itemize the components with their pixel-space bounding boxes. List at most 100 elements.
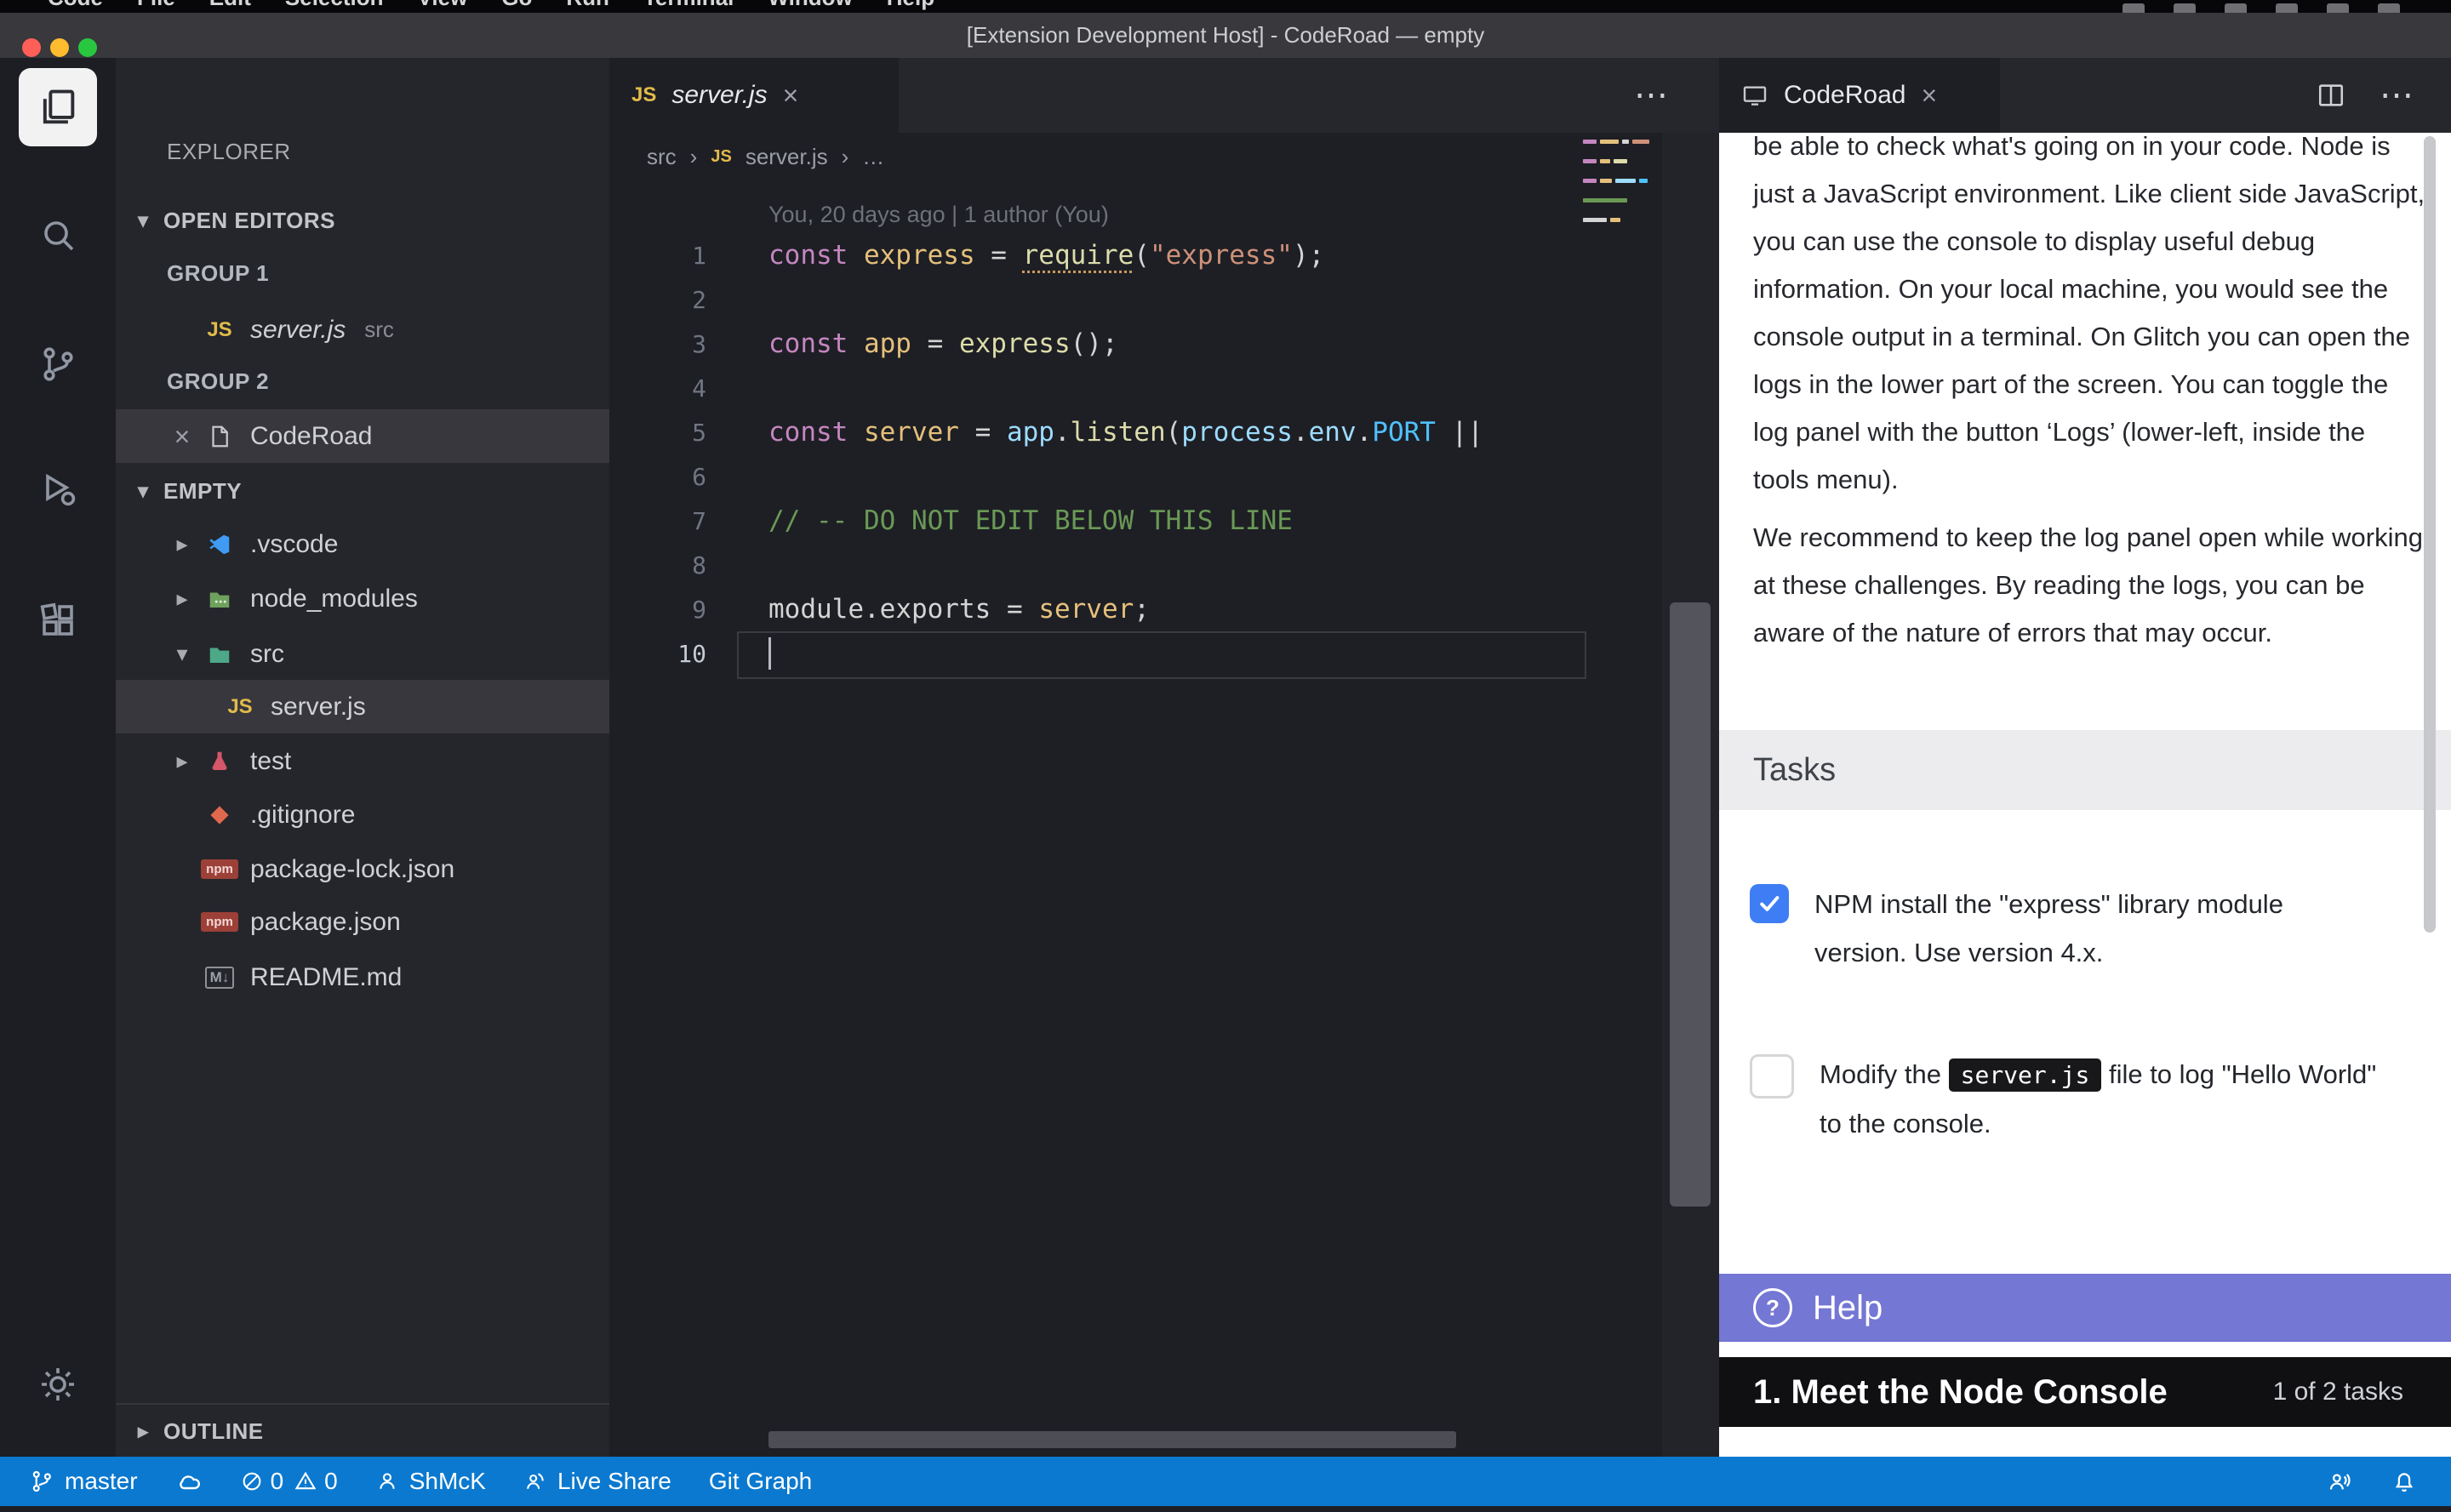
- js-icon: JS: [227, 695, 252, 719]
- code-line: 3 const app = express();: [609, 322, 1583, 366]
- lesson-progress-band[interactable]: 1. Meet the Node Console 1 of 2 tasks: [1719, 1357, 2451, 1427]
- tray-icon[interactable]: [2174, 3, 2196, 13]
- menu-item[interactable]: Help: [887, 0, 934, 11]
- tree-item-package-lock[interactable]: npm package-lock.json: [116, 842, 609, 896]
- tree-item-vscode[interactable]: ▸ .vscode: [116, 517, 609, 571]
- tab-serverjs[interactable]: JS server.js ×: [609, 58, 899, 133]
- workspace-section-header[interactable]: ▾ EMPTY: [116, 465, 609, 518]
- menu-item[interactable]: Code: [48, 0, 103, 11]
- activitybar-item-source-control[interactable]: [37, 344, 78, 385]
- line-number: 7: [609, 507, 706, 535]
- split-editor-icon[interactable]: [2317, 81, 2345, 110]
- code-area[interactable]: 1 const express = require("express"); 2 …: [609, 233, 1583, 676]
- liveshare-status[interactable]: Live Share: [523, 1468, 671, 1495]
- npm-icon: npm: [201, 859, 238, 879]
- menu-item[interactable]: Run: [566, 0, 609, 11]
- tree-item-serverjs[interactable]: JS server.js: [116, 680, 609, 733]
- tree-item-label: .vscode: [250, 530, 338, 559]
- sync-status[interactable]: [175, 1468, 203, 1495]
- liveshare-account-status[interactable]: ShMcK: [375, 1468, 486, 1495]
- tree-item-package-json[interactable]: npm package.json: [116, 895, 609, 949]
- extensions-icon: [37, 600, 78, 641]
- explorer-sidebar: EXPLORER ▾ OPEN EDITORS GROUP 1 JS serve…: [116, 58, 609, 1457]
- line-number: 4: [609, 374, 706, 402]
- editor-scrollbar-track[interactable]: [1662, 133, 1719, 1457]
- help-label: Help: [1813, 1289, 1883, 1327]
- breadcrumb-file[interactable]: server.js: [746, 144, 828, 170]
- git-branch-status[interactable]: master: [29, 1468, 138, 1495]
- horizontal-scrollbar[interactable]: [768, 1431, 1456, 1448]
- close-icon[interactable]: ×: [783, 82, 799, 109]
- open-editor-coderoad[interactable]: × CodeRoad: [116, 409, 609, 463]
- checkbox-unchecked[interactable]: [1750, 1054, 1794, 1098]
- files-icon: [36, 85, 80, 129]
- tab-coderoad[interactable]: CodeRoad ×: [1719, 58, 2000, 133]
- menu-item[interactable]: File: [137, 0, 175, 11]
- feedback-status[interactable]: [2327, 1469, 2352, 1494]
- code-line-active: 10: [609, 631, 1583, 676]
- tray-icon[interactable]: [2276, 3, 2298, 13]
- minimap[interactable]: [1583, 140, 1662, 344]
- tray-icon[interactable]: [2327, 3, 2349, 13]
- code-line: 6: [609, 454, 1583, 499]
- chevron-down-icon: ▾: [128, 479, 158, 504]
- code-line: 9 module.exports = server;: [609, 587, 1583, 631]
- tree-item-label: server.js: [271, 693, 366, 722]
- menu-item[interactable]: Window: [768, 0, 852, 11]
- activitybar-item-run-debug[interactable]: [37, 469, 78, 510]
- tree-item-readme[interactable]: M↓ README.md: [116, 950, 609, 1004]
- tab-label: CodeRoad: [1784, 81, 1905, 110]
- source-control-icon: [37, 344, 78, 385]
- group-label: GROUP 2: [167, 368, 269, 395]
- help-question-icon: ?: [1753, 1288, 1792, 1327]
- checkbox-checked[interactable]: [1750, 884, 1789, 923]
- open-editor-serverjs[interactable]: JS server.js src: [116, 303, 609, 357]
- menu-item[interactable]: Go: [501, 0, 532, 11]
- activitybar-item-settings[interactable]: [37, 1364, 78, 1405]
- activitybar-item-explorer[interactable]: [19, 68, 97, 146]
- bell-icon: [2391, 1469, 2417, 1494]
- breadcrumb[interactable]: src › JS server.js › …: [647, 133, 884, 180]
- more-actions-icon[interactable]: ⋯: [1634, 78, 1668, 112]
- more-actions-icon[interactable]: ⋯: [2380, 78, 2414, 112]
- menu-item[interactable]: Selection: [285, 0, 384, 11]
- problems-status[interactable]: 0 0: [240, 1468, 338, 1495]
- breadcrumb-more[interactable]: …: [862, 144, 884, 170]
- task-item: NPM install the "express" library module…: [1750, 880, 2376, 977]
- webview-scrollbar[interactable]: [2424, 136, 2436, 933]
- git-graph-status[interactable]: Git Graph: [709, 1468, 812, 1495]
- line-number: 10: [609, 640, 706, 668]
- close-icon[interactable]: ×: [163, 423, 201, 450]
- open-editor-label: CodeRoad: [250, 422, 372, 451]
- panel-actions: ⋯: [2317, 58, 2414, 133]
- tree-item-src[interactable]: ▾ src: [116, 627, 609, 681]
- status-bar: master 0: [0, 1457, 2451, 1506]
- tree-item-node-modules[interactable]: ▸ node_modules: [116, 572, 609, 625]
- tree-item-gitignore[interactable]: .gitignore: [116, 788, 609, 842]
- activitybar-item-extensions[interactable]: [37, 600, 78, 641]
- window-titlebar: [Extension Development Host] - CodeRoad …: [0, 13, 2451, 59]
- panel-tabstrip: CodeRoad × ⋯: [1719, 58, 2451, 133]
- webview-file-icon: [201, 424, 238, 449]
- open-editors-header[interactable]: ▾ OPEN EDITORS: [116, 194, 609, 248]
- activitybar-item-search[interactable]: [37, 214, 78, 255]
- menu-item[interactable]: Terminal: [643, 0, 734, 11]
- notifications-status[interactable]: [2391, 1469, 2417, 1494]
- outline-section-header[interactable]: ▸ OUTLINE: [116, 1403, 609, 1458]
- chevron-right-icon: ▸: [128, 1419, 158, 1444]
- menu-item[interactable]: Edit: [209, 0, 251, 11]
- task-text: Modify the server.js file to log "Hello …: [1820, 1050, 2381, 1148]
- line-number: 5: [609, 419, 706, 447]
- breadcrumb-folder[interactable]: src: [647, 144, 677, 170]
- tray-icon[interactable]: [2378, 3, 2400, 13]
- activity-bar: [0, 58, 116, 1457]
- menubar-status-icons: [2122, 3, 2400, 13]
- chevron-right-icon: ▸: [163, 585, 201, 612]
- close-icon[interactable]: ×: [1921, 82, 1937, 109]
- help-button[interactable]: ? Help: [1719, 1274, 2451, 1342]
- tray-icon[interactable]: [2122, 3, 2145, 13]
- tray-icon[interactable]: [2225, 3, 2247, 13]
- tree-item-test[interactable]: ▸ test: [116, 734, 609, 788]
- menu-item[interactable]: View: [418, 0, 468, 11]
- scrollbar-thumb[interactable]: [1670, 602, 1711, 1207]
